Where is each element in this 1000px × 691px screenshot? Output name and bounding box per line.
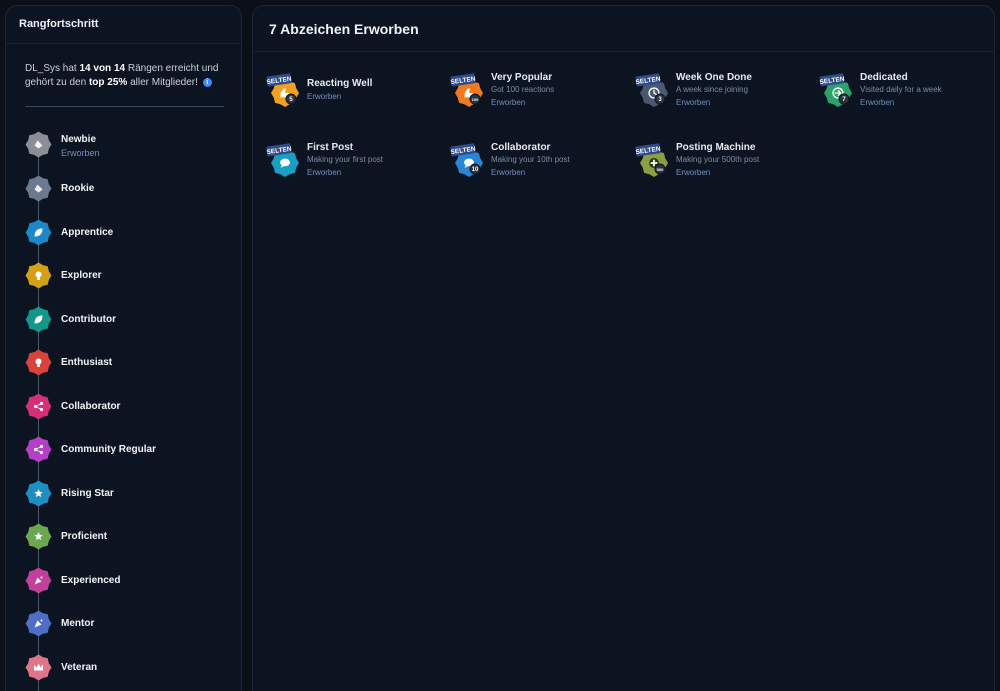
summary-text: hat	[62, 63, 77, 74]
party-rank-badge-icon	[25, 567, 52, 594]
achievement-title: Reacting Well	[307, 78, 373, 89]
badges-panel: 7 Abzeichen Erworben 5 SELTEN Reacting W…	[252, 5, 995, 691]
bulb-rank-badge-icon	[25, 262, 52, 289]
thumbs-up-badge-icon: 100 SELTEN	[449, 72, 489, 110]
rank-name: Enthusiast	[61, 357, 113, 368]
achievement-status: Erworben	[307, 168, 342, 177]
rank-item[interactable]: Proficient	[25, 523, 235, 553]
achievement-status: Erworben	[860, 98, 895, 107]
achievement-description: Visited daily for a week	[860, 85, 942, 94]
achievement-item[interactable]: 3 SELTEN Week One Done A week since join…	[634, 72, 814, 116]
rank-progress-title: Rangfortschritt	[6, 6, 241, 44]
achievement-count: 500	[657, 167, 664, 172]
party-rank-badge-icon	[25, 610, 52, 637]
rank-name: Veteran	[61, 662, 98, 673]
achievement-description: A week since joining	[676, 85, 749, 94]
rank-name: Explorer	[61, 270, 102, 281]
achievement-title: Posting Machine	[676, 142, 756, 153]
ranks-reached: 14 von 14	[79, 63, 126, 74]
achievement-title: Dedicated	[860, 72, 908, 83]
achievement-status: Erworben	[676, 98, 711, 107]
rank-item[interactable]: Newbie Erworben	[25, 131, 235, 161]
rank-name: Collaborator	[61, 401, 121, 412]
rank-name: Rising Star	[61, 488, 114, 499]
rank-item[interactable]: Enthusiast	[25, 349, 235, 379]
achievement-description: Making your 500th post	[676, 155, 760, 164]
rank-item[interactable]: Apprentice	[25, 219, 235, 249]
clock-badge-icon: 3 SELTEN	[634, 72, 674, 110]
rank-item[interactable]: Community Regular	[25, 436, 235, 466]
achievement-status: Erworben	[491, 98, 526, 107]
achievement-item[interactable]: 10 SELTEN Collaborator Making your 10th …	[449, 142, 629, 186]
rank-item[interactable]: Rookie	[25, 175, 235, 205]
divider	[25, 106, 224, 107]
chat-badge-icon: 10 SELTEN	[449, 142, 489, 180]
share-rank-badge-icon	[25, 393, 52, 420]
rank-name: Apprentice	[61, 227, 114, 238]
rank-name: Community Regular	[61, 444, 157, 455]
rank-item[interactable]: Contributor	[25, 306, 235, 336]
achievement-title: Very Popular	[491, 72, 553, 83]
badges-title: 7 Abzeichen Erworben	[253, 6, 994, 52]
leaf-rank-badge-icon	[25, 219, 52, 246]
achievement-count: 10	[472, 167, 479, 173]
rank-item[interactable]: Rising Star	[25, 480, 235, 510]
rank-name: Contributor	[61, 314, 116, 325]
rank-item[interactable]: Veteran	[25, 654, 235, 684]
rank-name: Rookie	[61, 183, 95, 194]
achievement-title: First Post	[307, 142, 354, 153]
achievement-status: Erworben	[491, 168, 526, 177]
achievement-description: Got 100 reactions	[491, 85, 555, 94]
rank-item[interactable]: Collaborator	[25, 393, 235, 423]
rank-item[interactable]: Explorer	[25, 262, 235, 292]
achievement-item[interactable]: 500 SELTEN Posting Machine Making your 5…	[634, 142, 814, 186]
rank-name: Mentor	[61, 618, 95, 629]
top-percentile: top 25%	[88, 77, 128, 88]
rank-item[interactable]: Mentor	[25, 610, 235, 640]
achievement-description: Making your first post	[307, 155, 384, 164]
achievement-description: Making your 10th post	[491, 155, 570, 164]
achievement-count: 100	[472, 97, 479, 102]
thumbs-up-badge-icon: 5 SELTEN	[265, 72, 305, 110]
hand-rank-badge-icon	[25, 131, 52, 158]
bulb-rank-badge-icon	[25, 349, 52, 376]
achievement-status: Erworben	[307, 92, 342, 101]
rank-summary: DL_Sys hat 14 von 14 Rängen erreicht und…	[6, 44, 241, 90]
rank-name: Proficient	[61, 531, 108, 542]
rank-name: Experienced	[61, 575, 121, 586]
chat-badge-icon: SELTEN	[265, 142, 305, 180]
rank-item[interactable]: Experienced	[25, 567, 235, 597]
achievement-title: Week One Done	[676, 72, 752, 83]
hand-rank-badge-icon	[25, 175, 52, 202]
rank-status: Erworben	[61, 148, 100, 158]
login-badge-icon: 7 SELTEN	[818, 72, 858, 110]
achievement-item[interactable]: SELTEN First Post Making your first post…	[265, 142, 445, 186]
share-rank-badge-icon	[25, 436, 52, 463]
achievement-item[interactable]: 100 SELTEN Very Popular Got 100 reaction…	[449, 72, 629, 116]
crown-rank-badge-icon	[25, 654, 52, 681]
username: DL_Sys	[25, 63, 61, 74]
rank-progress-panel: Rangfortschritt DL_Sys hat 14 von 14 Rän…	[5, 5, 242, 691]
info-icon[interactable]: i	[202, 77, 212, 87]
achievement-item[interactable]: 7 SELTEN Dedicated Visited daily for a w…	[818, 72, 998, 116]
achievement-item[interactable]: 5 SELTEN Reacting Well Erworben	[265, 72, 445, 116]
achievement-status: Erworben	[676, 168, 711, 177]
achievement-title: Collaborator	[491, 142, 551, 153]
plus-badge-icon: 500 SELTEN	[634, 142, 674, 180]
rank-name: Newbie	[61, 134, 97, 145]
summary-text: aller Mitglieder!	[130, 77, 198, 88]
star-rank-badge-icon	[25, 523, 52, 550]
leaf-rank-badge-icon	[25, 306, 52, 333]
star-rank-badge-icon	[25, 480, 52, 507]
